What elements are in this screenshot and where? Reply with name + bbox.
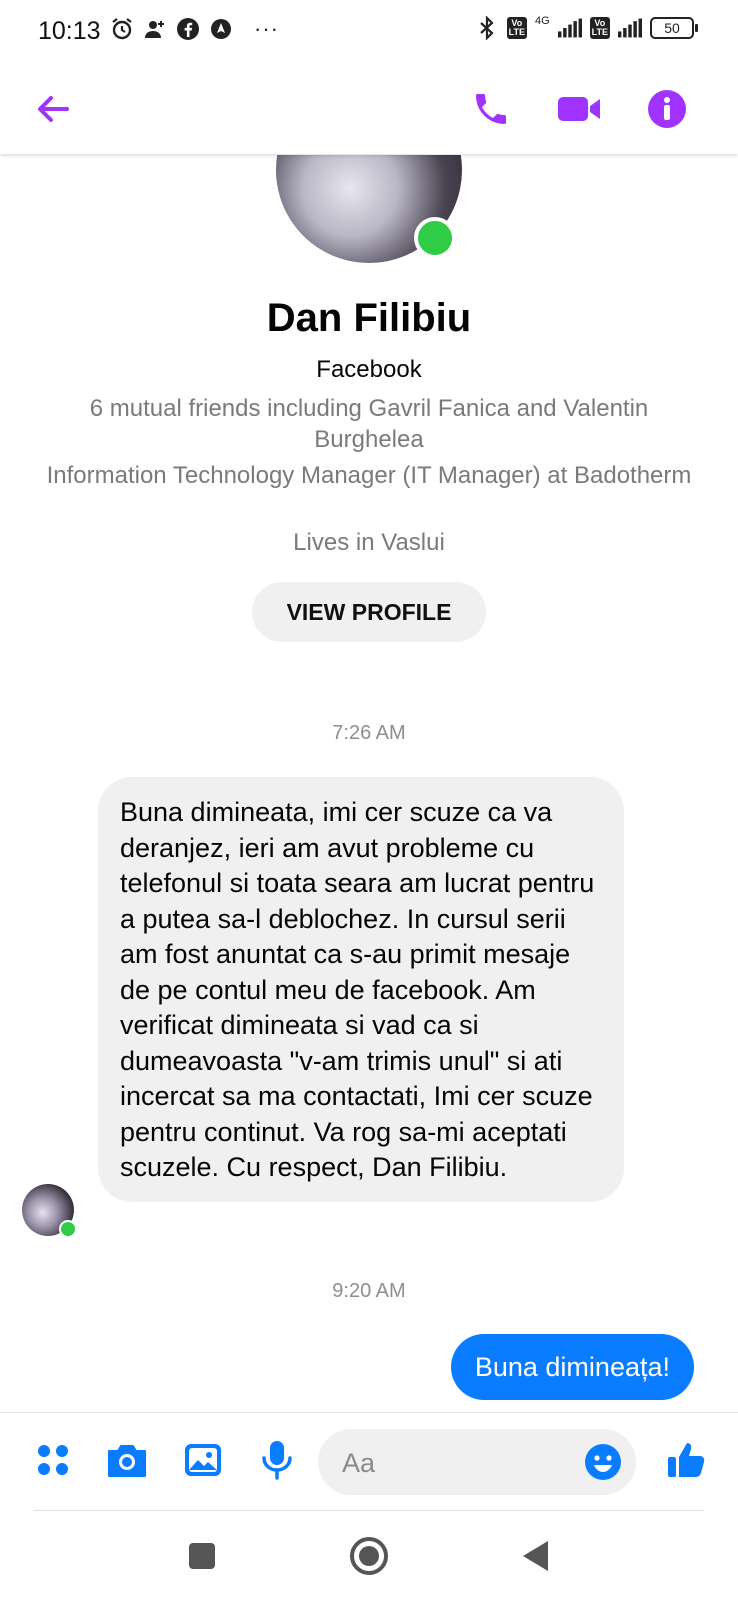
call-button[interactable] [466,84,516,134]
info-icon [648,90,686,128]
info-button[interactable] [642,84,692,134]
composer-divider [34,1510,704,1511]
back-triangle-icon [523,1541,548,1571]
camera-button[interactable] [104,1437,150,1483]
signal-icon [557,16,582,40]
chat-header [0,64,738,154]
profile-location: Lives in Vaslui [293,529,445,556]
back-button[interactable] [28,84,78,134]
menu-dots-icon [38,1445,68,1475]
voice-message-button[interactable] [254,1437,300,1483]
outgoing-message-bubble[interactable]: Buna dimineața! [450,1334,694,1400]
online-indicator [414,217,456,259]
profile-work: Information Technology Manager (IT Manag… [46,462,692,489]
home-circle-icon [350,1537,388,1575]
status-system-icons: Vo LTE 4G Vo LTE 50 [475,15,698,40]
volte-icon-2: Vo LTE [589,17,610,39]
gallery-button[interactable] [180,1437,226,1483]
video-call-button[interactable] [554,84,604,134]
status-notification-icons: ··· [110,16,279,42]
incoming-message-bubble[interactable]: Buna dimineata, imi cer scuze ca va dera… [98,777,624,1202]
profile-platform: Facebook [316,356,422,383]
phone-icon [476,94,506,124]
system-back-button[interactable] [512,1532,560,1580]
status-bar: 10:13 ··· Vo LTE 4G Vo LTE 50 [0,0,738,64]
signal-icon-2 [618,16,642,40]
emoji-icon[interactable] [584,1443,622,1481]
microphone-icon [262,1441,292,1480]
status-time: 10:13 [38,17,101,45]
video-camera-icon [558,97,600,121]
battery-icon: 50 [650,17,698,39]
home-button[interactable] [345,1532,393,1580]
more-notifications: ··· [254,16,279,41]
back-arrow-icon [38,96,69,122]
network-type: 4G [534,15,550,27]
recents-square-icon [189,1543,215,1569]
more-actions-button[interactable] [30,1437,76,1483]
system-nav-bar [0,1512,738,1600]
like-button[interactable] [664,1437,710,1483]
sender-online-indicator [59,1220,77,1238]
alarm-icon [110,17,134,41]
message-composer [0,1412,738,1511]
message-input-wrapper [318,1429,636,1497]
navigation-icon [209,17,233,41]
message-timestamp-1: 7:26 AM [332,722,406,744]
camera-icon [108,1445,146,1477]
person-add-icon [143,17,167,41]
bluetooth-icon [475,16,499,40]
profile-name: Dan Filibiu [266,296,472,340]
thumbs-up-icon [668,1443,705,1477]
message-input[interactable] [340,1429,574,1497]
message-timestamp-2: 9:20 AM [332,1280,406,1302]
volte-icon: Vo LTE [506,17,527,39]
recents-button[interactable] [178,1532,226,1580]
mutual-friends: 6 mutual friends including Gavril Fanica… [89,395,649,453]
view-profile-button[interactable]: VIEW PROFILE [252,582,486,642]
gallery-icon [185,1444,221,1476]
facebook-icon [176,17,200,41]
